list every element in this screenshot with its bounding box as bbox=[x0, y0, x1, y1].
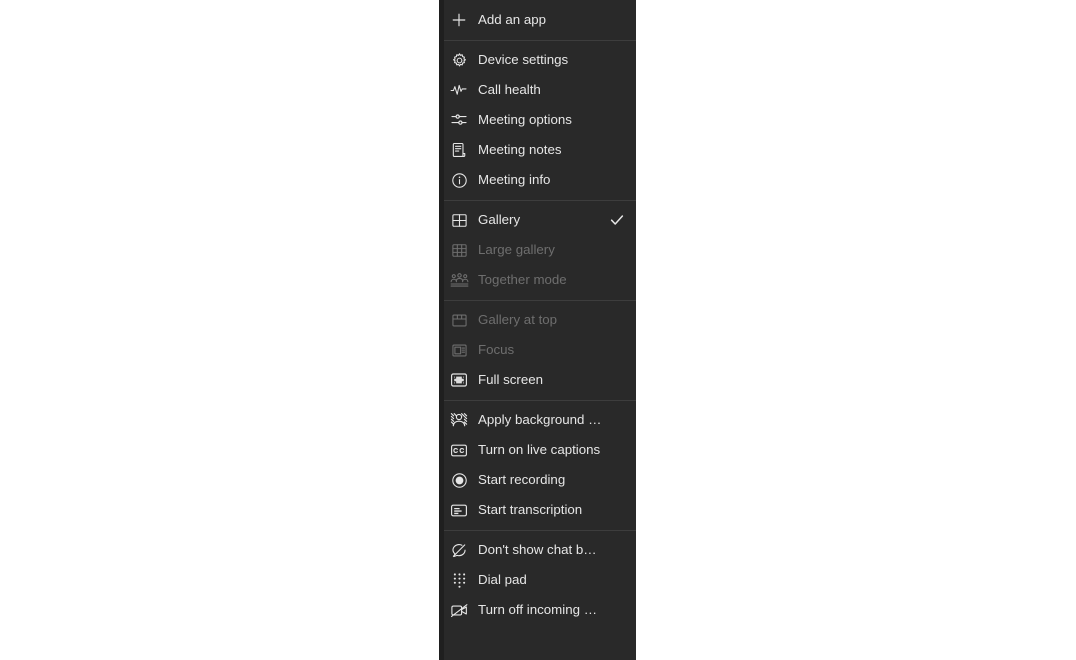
menu-item-label: Focus bbox=[478, 342, 515, 357]
menu-item-start-recording[interactable]: Start recording bbox=[444, 465, 636, 495]
info-circle-icon bbox=[448, 170, 470, 190]
menu-item-label: Call health bbox=[478, 82, 541, 97]
menu-item-focus: Focus bbox=[444, 335, 636, 365]
menu-item-turn-off-incoming-video[interactable]: Turn off incoming video bbox=[444, 595, 636, 625]
people-together-icon bbox=[448, 270, 470, 290]
screen: Add an app Device settings Call health Meet… bbox=[0, 0, 1076, 660]
menu-item-dial-pad[interactable]: Dial pad bbox=[444, 565, 636, 595]
menu-item-label: Device settings bbox=[478, 52, 569, 67]
menu-item-add-an-app[interactable]: Add an app bbox=[444, 5, 636, 35]
transcription-icon bbox=[448, 500, 470, 520]
menu-item-label: Together mode bbox=[478, 272, 567, 287]
menu-item-label: Meeting notes bbox=[478, 142, 562, 157]
menu-item-apply-background-effe[interactable]: Apply background effe... bbox=[444, 405, 636, 435]
menu-item-label: Full screen bbox=[478, 372, 544, 387]
menu-item-call-health[interactable]: Call health bbox=[444, 75, 636, 105]
video-off-icon bbox=[448, 600, 470, 620]
menu-group-layout-modes: Gallery Large gallery Together mode bbox=[444, 200, 636, 300]
menu-item-gallery-at-top: Gallery at top bbox=[444, 305, 636, 335]
closed-captions-icon bbox=[448, 440, 470, 460]
record-icon bbox=[448, 470, 470, 490]
focus-icon bbox=[448, 340, 470, 360]
pulse-icon bbox=[448, 80, 470, 100]
menu-group-media-features: Apply background effe... Turn on live cap… bbox=[444, 400, 636, 530]
menu-item-start-transcription[interactable]: Start transcription bbox=[444, 495, 636, 525]
gallery-at-top-icon bbox=[448, 310, 470, 330]
menu-item-meeting-info[interactable]: Meeting info bbox=[444, 165, 636, 195]
grid-3x3-icon bbox=[448, 240, 470, 260]
menu-item-label: Start recording bbox=[478, 472, 566, 487]
chat-bubble-off-icon bbox=[448, 540, 470, 560]
menu-item-don-t-show-chat-bubbles[interactable]: Don't show chat bubbles bbox=[444, 535, 636, 565]
menu-item-label: Large gallery bbox=[478, 242, 555, 257]
menu-item-device-settings[interactable]: Device settings bbox=[444, 45, 636, 75]
menu-item-label: Apply background effe... bbox=[478, 412, 602, 427]
menu-item-meeting-options[interactable]: Meeting options bbox=[444, 105, 636, 135]
menu-item-label: Gallery bbox=[478, 212, 521, 227]
menu-group-chat-and-video: Don't show chat bubbles Dial pad Turn off … bbox=[444, 530, 636, 630]
menu-item-label: Start transcription bbox=[478, 502, 583, 517]
dial-pad-icon bbox=[448, 570, 470, 590]
menu-item-label: Meeting options bbox=[478, 112, 572, 127]
menu-item-label: Turn on live captions bbox=[478, 442, 601, 457]
meeting-more-actions-menu[interactable]: Add an app Device settings Call health Meet… bbox=[444, 0, 636, 660]
menu-item-turn-on-live-captions[interactable]: Turn on live captions bbox=[444, 435, 636, 465]
menu-item-large-gallery: Large gallery bbox=[444, 235, 636, 265]
menu-item-label: Turn off incoming video bbox=[478, 602, 602, 617]
sliders-icon bbox=[448, 110, 470, 130]
menu-item-label: Don't show chat bubbles bbox=[478, 542, 602, 557]
menu-item-meeting-notes[interactable]: Meeting notes bbox=[444, 135, 636, 165]
notes-icon bbox=[448, 140, 470, 160]
menu-item-together-mode: Together mode bbox=[444, 265, 636, 295]
check-icon bbox=[608, 211, 626, 229]
gear-icon bbox=[448, 50, 470, 70]
menu-item-gallery[interactable]: Gallery bbox=[444, 205, 636, 235]
menu-item-label: Dial pad bbox=[478, 572, 527, 587]
plus-icon bbox=[448, 10, 470, 30]
menu-group-meeting-tools: Device settings Call health Meeting option… bbox=[444, 40, 636, 200]
menu-group-layout-placement: Gallery at top Focus Full screen bbox=[444, 300, 636, 400]
menu-group-apps: Add an app bbox=[444, 0, 636, 40]
menu-item-label: Meeting info bbox=[478, 172, 551, 187]
menu-item-label: Gallery at top bbox=[478, 312, 558, 327]
grid-2x2-icon bbox=[448, 210, 470, 230]
menu-item-label: Add an app bbox=[478, 12, 547, 27]
full-screen-icon bbox=[448, 370, 470, 390]
background-effects-icon bbox=[448, 410, 470, 430]
menu-item-full-screen[interactable]: Full screen bbox=[444, 365, 636, 395]
